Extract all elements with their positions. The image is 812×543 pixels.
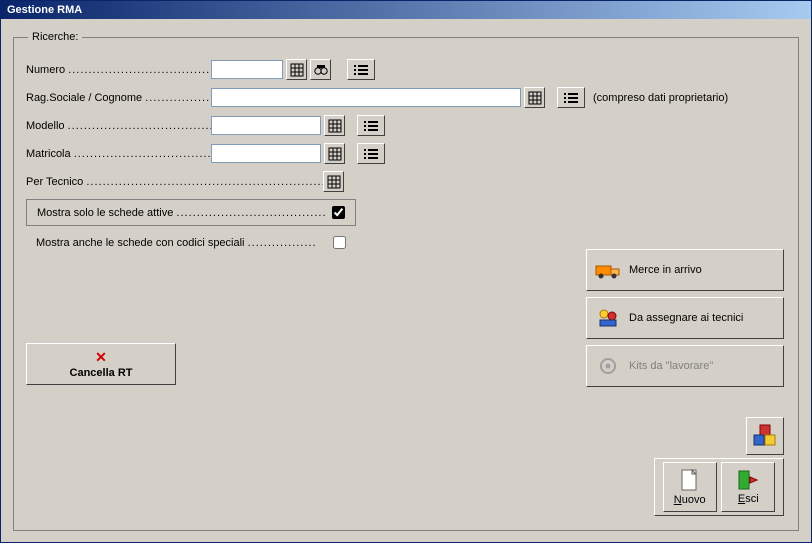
hint-proprietario: (compreso dati proprietario) (593, 92, 728, 104)
list-icon (353, 64, 369, 76)
da-assegnare-button[interactable]: Da assegnare ai tecnici (586, 297, 784, 339)
label-mostra-attive: Mostra solo le schede attive ...........… (37, 207, 327, 219)
label-modello: Modello ................................… (26, 120, 211, 132)
client-area: Ricerche: Numero .......................… (1, 19, 811, 543)
list-icon (563, 92, 579, 104)
merce-in-arrivo-button[interactable]: Merce in arrivo (586, 249, 784, 291)
grid-icon (528, 91, 542, 105)
truck-icon (595, 260, 621, 280)
new-document-icon (680, 468, 700, 492)
x-icon: ✕ (95, 349, 107, 366)
checkbox-mostra-attive[interactable] (332, 206, 345, 219)
cancella-rt-label: Cancella RT (70, 367, 133, 379)
matricola-input[interactable] (211, 144, 321, 163)
row-numero: Numero .................................… (26, 59, 786, 80)
kits-lavorare-button: Kits da "lavorare" (586, 345, 784, 387)
binoculars-icon (314, 63, 328, 76)
ricerche-legend: Ricerche: (28, 31, 82, 43)
grid-icon (327, 175, 341, 189)
ricerche-fieldset: Ricerche: Numero .......................… (13, 31, 799, 531)
people-icon (595, 308, 621, 328)
grid-picker-modello[interactable] (324, 115, 345, 136)
list-icon (363, 148, 379, 160)
grid-picker-tecnico[interactable] (323, 171, 344, 192)
checkbox-mostra-speciali[interactable] (333, 236, 346, 249)
cancella-rt-button[interactable]: ✕ Cancella RT (26, 343, 176, 385)
merce-in-arrivo-label: Merce in arrivo (629, 264, 702, 276)
grid-picker-ragsoc[interactable] (524, 87, 545, 108)
exit-icon (737, 469, 759, 491)
list-button-numero[interactable] (347, 59, 375, 80)
search-binoculars[interactable] (310, 59, 331, 80)
label-mostra-speciali: Mostra anche le schede con codici specia… (26, 237, 316, 249)
label-numero: Numero .................................… (26, 64, 211, 76)
esci-button[interactable]: Esci (721, 462, 775, 512)
ragsoc-input[interactable] (211, 88, 521, 107)
list-button-ragsoc[interactable] (557, 87, 585, 108)
titlebar: Gestione RMA (1, 1, 811, 19)
row-modello: Modello ................................… (26, 115, 786, 136)
numero-input[interactable] (211, 60, 283, 79)
list-icon (363, 120, 379, 132)
grid-icon (290, 63, 304, 77)
blocks-icon (752, 423, 778, 449)
row-ragsoc: Rag.Sociale / Cognome ..................… (26, 87, 786, 108)
modello-input[interactable] (211, 116, 321, 135)
da-assegnare-label: Da assegnare ai tecnici (629, 312, 743, 324)
nuovo-button[interactable]: Nuovo (663, 462, 717, 512)
blocks-button[interactable] (746, 417, 784, 455)
gear-icon (595, 356, 621, 376)
grid-icon (328, 147, 342, 161)
grid-picker-matricola[interactable] (324, 143, 345, 164)
side-buttons: Merce in arrivo Da assegnare ai tecnici … (586, 249, 784, 387)
list-button-matricola[interactable] (357, 143, 385, 164)
grid-picker-numero[interactable] (286, 59, 307, 80)
grid-icon (328, 119, 342, 133)
kits-lavorare-label: Kits da "lavorare" (629, 360, 713, 372)
row-matricola: Matricola ..............................… (26, 143, 786, 164)
window-title: Gestione RMA (7, 4, 82, 16)
label-ragsoc: Rag.Sociale / Cognome ..................… (26, 92, 211, 104)
bottom-toolbar: Nuovo Esci (654, 458, 784, 516)
row-mostra-speciali: Mostra anche le schede con codici specia… (26, 236, 356, 249)
app-window: Gestione RMA Ricerche: Numero ..........… (0, 0, 812, 543)
row-tecnico: Per Tecnico ............................… (26, 171, 786, 192)
list-button-modello[interactable] (357, 115, 385, 136)
subbox-attive: Mostra solo le schede attive ...........… (26, 199, 356, 226)
label-matricola: Matricola ..............................… (26, 148, 211, 160)
label-tecnico: Per Tecnico ............................… (26, 176, 323, 188)
